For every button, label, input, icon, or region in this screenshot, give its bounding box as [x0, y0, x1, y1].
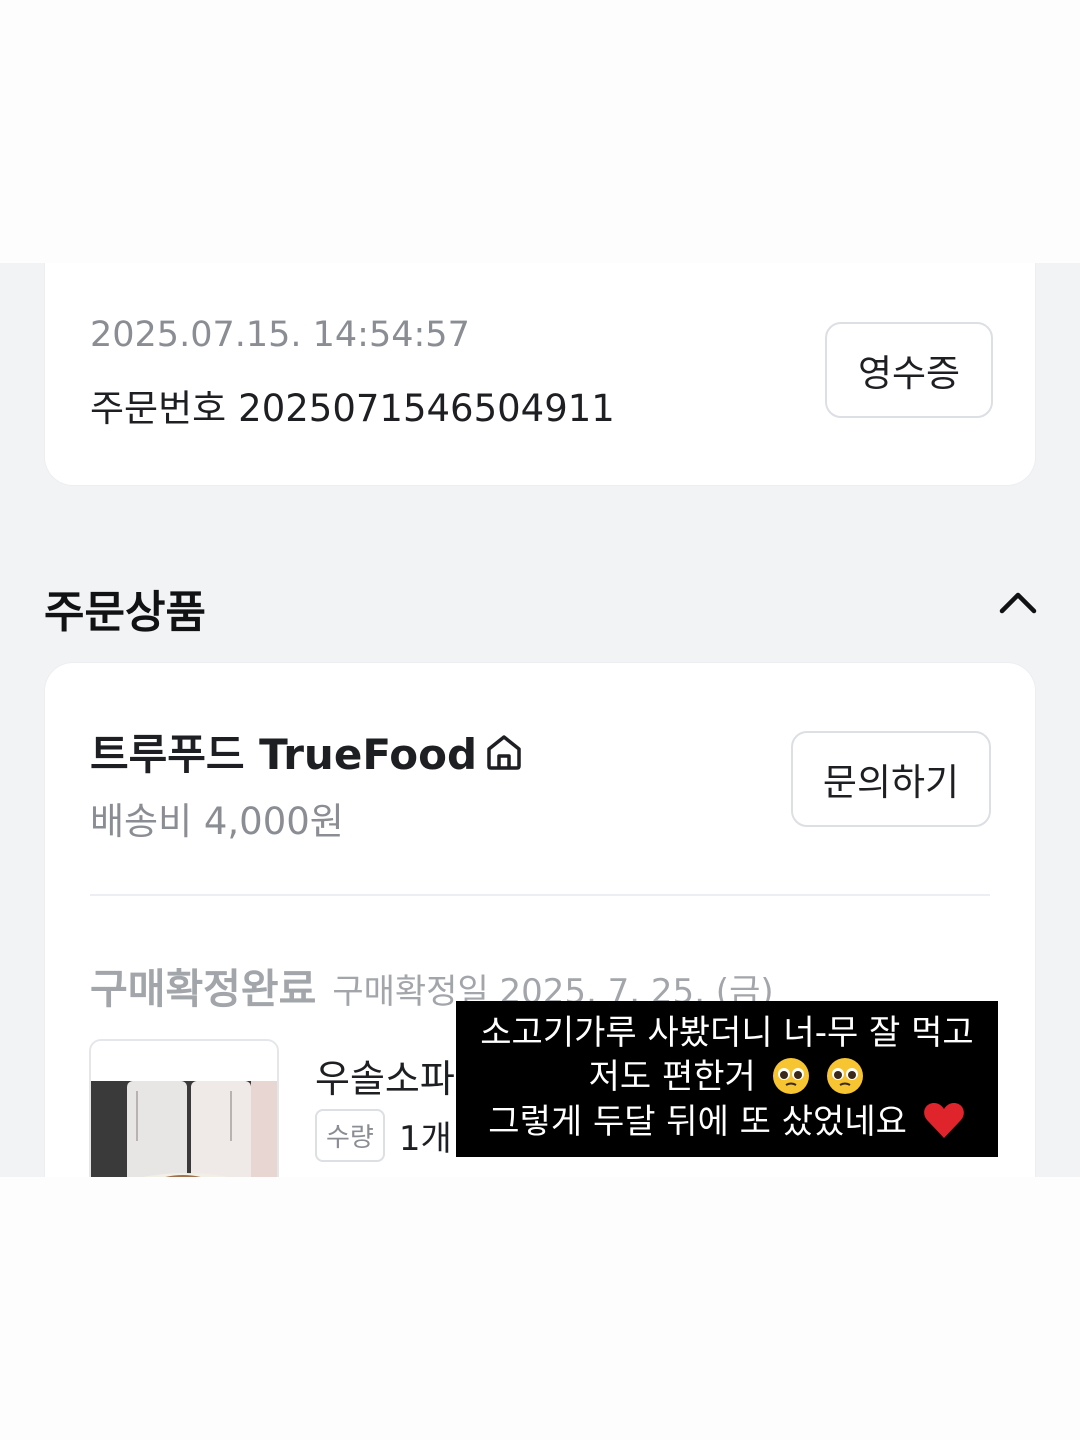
- seller-row[interactable]: 트루푸드 TrueFood: [90, 721, 525, 782]
- red-heart-icon: [923, 1103, 964, 1138]
- quantity-row: 수량 1개: [315, 1109, 452, 1162]
- divider: [90, 894, 990, 896]
- home-icon[interactable]: [483, 731, 525, 773]
- caption-line-2-text: 저도 편한거: [588, 1057, 756, 1097]
- seller-name[interactable]: 트루푸드 TrueFood: [90, 721, 477, 782]
- product-name[interactable]: 우솔소파: [315, 1048, 475, 1103]
- order-number-row: 주문번호 2025071546504911: [90, 378, 615, 432]
- product-image: [91, 1041, 277, 1177]
- section-title: 주문상품: [44, 587, 206, 638]
- chevron-up-icon[interactable]: [994, 579, 1042, 627]
- caption-line-1: 소고기가루 사봤더니 너-무 잘 먹고: [480, 1013, 974, 1053]
- caption-overlay: 소고기가루 사봤더니 너-무 잘 먹고 저도 편한거 그렇게 두달 뒤에 또 샀…: [456, 1001, 998, 1157]
- shipping-fee: 배송비 4,000원: [90, 800, 344, 843]
- product-thumbnail[interactable]: [89, 1039, 279, 1177]
- receipt-button[interactable]: 영수증: [825, 322, 993, 418]
- pleading-face-icon: [827, 1058, 864, 1094]
- purchase-status: 구매확정완료: [90, 965, 317, 1013]
- quantity-label: 수량: [315, 1109, 385, 1162]
- caption-line-3: 그렇게 두달 뒤에 또 샀었네요: [456, 1099, 998, 1144]
- pleading-face-icon: [772, 1058, 809, 1094]
- caption-line-2: 저도 편한거: [456, 1055, 998, 1099]
- order-number: 2025071546504911: [238, 387, 615, 430]
- order-number-label: 주문번호: [90, 387, 227, 430]
- caption-line-3-text: 그렇게 두달 뒤에 또 샀었네요: [488, 1102, 907, 1142]
- inquiry-button[interactable]: 문의하기: [791, 731, 991, 827]
- order-timestamp: 2025.07.15. 14:54:57: [90, 315, 470, 355]
- quantity-value: 1개: [398, 1119, 452, 1159]
- order-info-card: 2025.07.15. 14:54:57 주문번호 202507154650491…: [45, 263, 1035, 485]
